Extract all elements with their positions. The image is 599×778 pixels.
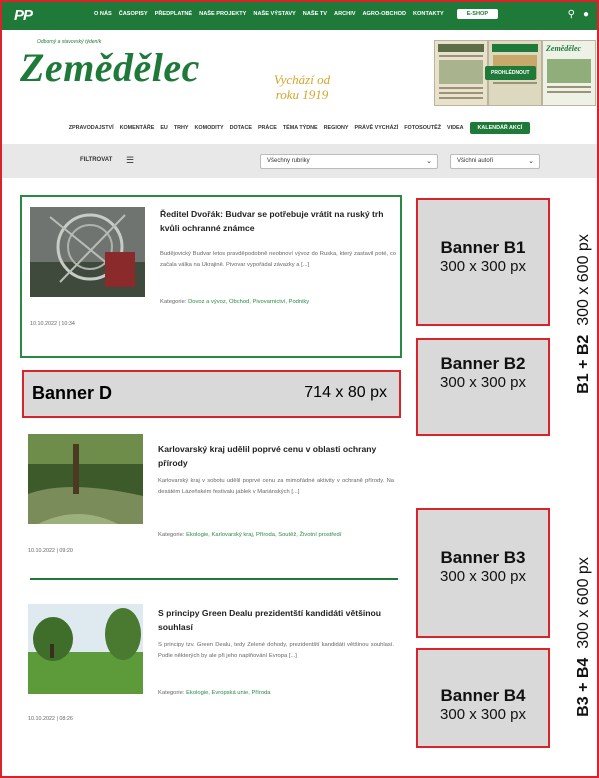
view-issue-button[interactable]: PROHLÉDNOUT (485, 66, 536, 80)
since-text: Vychází od roku 1919 (260, 72, 344, 102)
article-card[interactable]: S principy Green Dealu prezidentští kand… (20, 598, 402, 728)
article-categories: Kategorie: Dovoz a vývoz, Obchod, Pivova… (160, 297, 396, 307)
chevron-down-icon: ⌄ (426, 158, 432, 165)
nav-item[interactable]: ZPRAVODAJSTVÍ (69, 125, 114, 131)
eshop-button[interactable]: E-SHOP (456, 9, 499, 19)
author-select-value: Všichni autoři (457, 158, 494, 164)
search-icon[interactable]: ⚲ (568, 9, 575, 20)
masthead: Odborný a stavovský týdeník Zemědělec Vy… (2, 30, 597, 110)
article-date: 10.10.2022 | 09:20 (28, 548, 73, 554)
nav-item[interactable]: VIDEA (447, 125, 463, 131)
group-label-b3-b4: B3 + B4 300 x 600 px (575, 537, 593, 737)
article-categories: Kategorie: Ekologie, Karlovarský kraj, P… (158, 530, 394, 540)
top-nav: O NÁS ČASOPISY PŘEDPLATNÉ NAŠE PROJEKTY … (94, 9, 499, 19)
nav-item[interactable]: EU (160, 125, 168, 131)
article-card[interactable]: Karlovarský kraj udělil poprvé cenu v ob… (20, 430, 402, 570)
banner-b3: Banner B3 300 x 300 px (416, 508, 550, 638)
category-label: Kategorie: (160, 299, 187, 305)
publisher-logo[interactable]: PP (14, 7, 54, 25)
article-title[interactable]: Ředitel Dvořák: Budvar se potřebuje vrát… (160, 207, 396, 235)
filter-bar: FILTROVAT ☰ Všechny rubriky ⌄ Všichni au… (2, 144, 597, 178)
topnav-item[interactable]: NAŠE TV (303, 11, 327, 19)
article-thumbnail[interactable] (28, 604, 143, 694)
top-icons: ⚲ ● (568, 9, 589, 20)
banner-b2-size: 300 x 300 px (440, 374, 526, 391)
user-icon[interactable]: ● (583, 9, 589, 20)
banner-b1: Banner B1 300 x 300 px (416, 198, 550, 326)
group-label-b1-b2-size: 300 x 600 px (575, 234, 592, 326)
topnav-item[interactable]: PŘEDPLATNÉ (155, 11, 193, 19)
banner-b2: Banner B2 300 x 300 px (416, 338, 550, 436)
group-label-b3-b4-bold: B3 + B4 (575, 657, 592, 717)
banner-b1-name: Banner B1 (440, 238, 526, 257)
article-excerpt: Budějovický Budvar letos pravděpodobně n… (160, 251, 396, 268)
banner-b4-size: 300 x 300 px (440, 706, 526, 723)
banner-d: Banner D 714 x 80 px (22, 370, 401, 418)
article-excerpt: Karlovarský kraj v sobotu udělil poprvé … (158, 478, 394, 495)
article-date: 10.10.2022 | 10:34 (30, 321, 75, 327)
nav-item[interactable]: FOTOSOUTĚŽ (404, 125, 441, 131)
nav-item[interactable]: TRHY (174, 125, 189, 131)
nav-item[interactable]: PRÁCE (258, 125, 277, 131)
top-bar: PP O NÁS ČASOPISY PŘEDPLATNÉ NAŠE PROJEK… (2, 2, 597, 30)
group-label-b1-b2-bold: B1 + B2 (575, 334, 592, 394)
cover-title: Zemědělec (546, 44, 582, 53)
filter-label: FILTROVAT (80, 157, 113, 163)
banner-d-size: 714 x 80 px (304, 384, 387, 401)
group-label-b1-b2: B1 + B2 300 x 600 px (575, 214, 593, 414)
nav-item[interactable]: REGIONY (324, 125, 349, 131)
article-thumbnail[interactable] (30, 207, 145, 297)
banner-b1-size: 300 x 300 px (440, 258, 526, 275)
banner-b4: Banner B4 300 x 300 px (416, 648, 550, 748)
site-logo[interactable]: Zemědělec (20, 44, 200, 91)
nav-item[interactable]: PRÁVĚ VYCHÁZÍ (355, 125, 399, 131)
topnav-item[interactable]: ARCHIV (334, 11, 355, 19)
article-card[interactable]: Ředitel Dvořák: Budvar se potřebuje vrát… (20, 195, 402, 358)
banner-b4-name: Banner B4 (440, 686, 526, 705)
rubric-select[interactable]: Všechny rubriky ⌄ (260, 154, 438, 169)
topnav-item[interactable]: ČASOPISY (119, 11, 148, 19)
banner-b3-size: 300 x 300 px (440, 568, 526, 585)
category-links[interactable]: Dovoz a vývoz, Obchod, Pivovarnictví, Po… (188, 299, 309, 305)
group-label-b3-b4-size: 300 x 600 px (575, 557, 592, 649)
article-title[interactable]: S principy Green Dealu prezidentští kand… (158, 606, 394, 634)
nav-item[interactable]: TÉMA TÝDNE (283, 125, 318, 131)
nav-item[interactable]: KOMENTÁŘE (120, 125, 155, 131)
category-links[interactable]: Ekologie, Karlovarský kraj, Příroda, Sou… (186, 532, 341, 538)
article-date: 10.10.2022 | 08:26 (28, 716, 73, 722)
category-label: Kategorie: (158, 532, 185, 538)
nav-item[interactable]: DOTACE (230, 125, 252, 131)
since-line-2: roku 1919 (275, 87, 329, 102)
magazine-cover[interactable]: Zemědělec (542, 40, 596, 106)
topnav-item[interactable]: AGRO-OBCHOD (363, 11, 407, 19)
banner-b2-name: Banner B2 (440, 354, 526, 373)
topnav-item[interactable]: NAŠE PROJEKTY (199, 11, 246, 19)
topnav-item[interactable]: O NÁS (94, 11, 112, 19)
topnav-item[interactable]: KONTAKTY (413, 11, 444, 19)
chevron-down-icon: ⌄ (528, 158, 534, 165)
topnav-item[interactable]: NAŠE VÝSTAVY (253, 11, 295, 19)
article-excerpt: S principy tzv. Green Dealu, tedy Zelené… (158, 642, 394, 659)
divider (30, 578, 398, 580)
since-line-1: Vychází od (273, 72, 331, 87)
list-icon[interactable]: ☰ (126, 155, 134, 166)
article-title[interactable]: Karlovarský kraj udělil poprvé cenu v ob… (158, 442, 394, 470)
rubric-select-value: Všechny rubriky (267, 158, 310, 164)
article-thumbnail[interactable] (28, 434, 143, 524)
author-select[interactable]: Všichni autoři ⌄ (450, 154, 540, 169)
banner-d-name: Banner D (32, 383, 113, 403)
category-links[interactable]: Ekologie, Evropská unie, Příroda (186, 690, 270, 696)
magazine-cover[interactable] (434, 40, 488, 106)
main-nav: ZPRAVODAJSTVÍ KOMENTÁŘE EU TRHY KOMODITY… (2, 118, 597, 138)
events-calendar-button[interactable]: KALENDÁŘ AKCÍ (469, 122, 531, 134)
article-categories: Kategorie: Ekologie, Evropská unie, Přír… (158, 688, 394, 698)
banner-b3-name: Banner B3 (440, 548, 526, 567)
nav-item[interactable]: KOMODITY (195, 125, 224, 131)
category-label: Kategorie: (158, 690, 185, 696)
